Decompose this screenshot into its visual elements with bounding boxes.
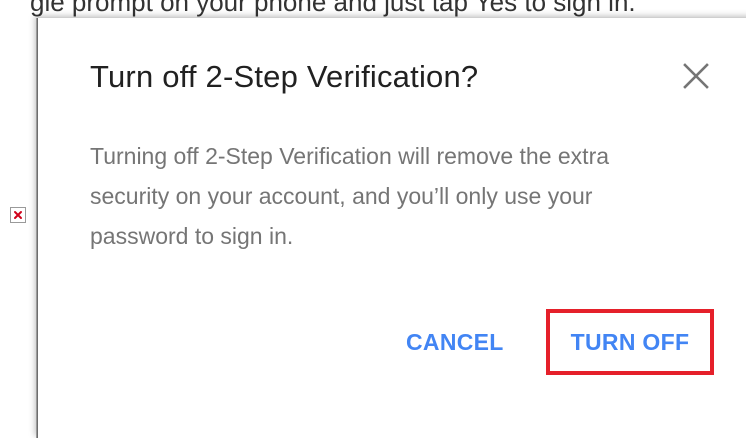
close-icon <box>683 63 709 89</box>
turn-off-button[interactable]: TURN OFF <box>546 309 714 375</box>
cancel-button[interactable]: CANCEL <box>398 322 512 362</box>
background-partial-text: gle prompt on your phone and just tap Ye… <box>30 0 636 17</box>
dialog-message: Turning off 2-Step Verification will rem… <box>90 143 610 249</box>
close-button[interactable] <box>676 56 716 96</box>
broken-image-icon <box>10 207 26 223</box>
dialog-title: Turn off 2-Step Verification? <box>90 59 479 94</box>
turn-off-2sv-dialog: Turn off 2-Step Verification? Turning of… <box>38 18 746 438</box>
